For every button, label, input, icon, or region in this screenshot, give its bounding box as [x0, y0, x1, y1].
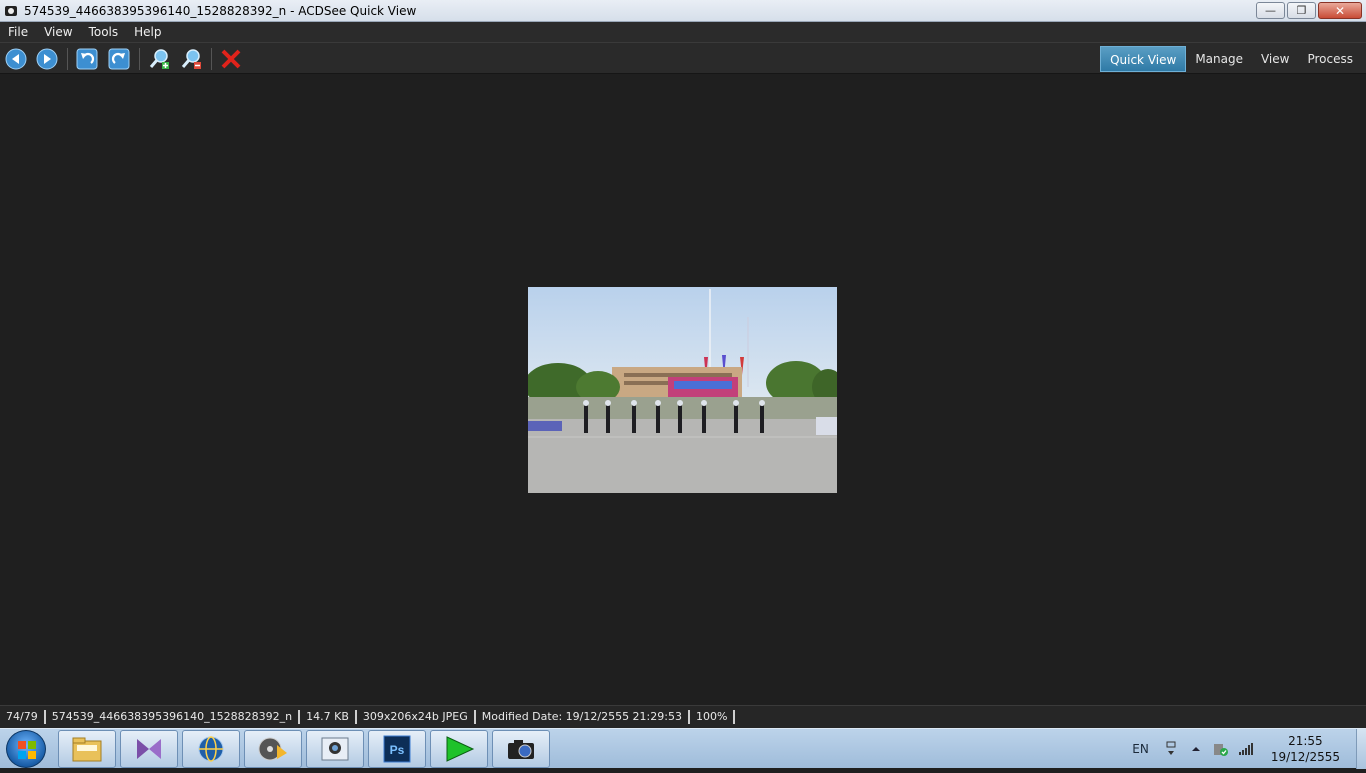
taskbar: Ps EN 21:55 19/12/2555: [0, 728, 1366, 769]
window-controls: — ❐ ✕: [1256, 2, 1362, 19]
play-arrow-icon: [446, 736, 475, 762]
photoshop-label: Ps: [390, 743, 405, 757]
taskbar-browser[interactable]: [182, 730, 240, 768]
modified-date: Modified Date: 19/12/2555 21:29:53: [476, 710, 690, 724]
camera-icon: [508, 740, 534, 759]
toolbar-separator: [139, 48, 140, 70]
taskbar-visual-studio[interactable]: [120, 730, 178, 768]
image-dimensions: 309x206x24b JPEG: [357, 710, 476, 724]
photo-viewer-icon: [321, 737, 349, 761]
zoom-out-icon: [181, 49, 201, 69]
photoshop-icon: Ps: [383, 735, 411, 763]
next-button[interactable]: [34, 46, 60, 72]
menu-view[interactable]: View: [36, 22, 80, 42]
taskbar-photo-viewer[interactable]: [306, 730, 364, 768]
previous-button[interactable]: [3, 46, 29, 72]
photo-image: [528, 287, 837, 493]
file-name: 574539_446638395396140_1528828392_n: [46, 710, 301, 724]
show-desktop-button[interactable]: [1356, 729, 1366, 769]
rotate-left-icon: [76, 48, 98, 70]
restore-button[interactable]: ❐: [1287, 2, 1316, 19]
clock[interactable]: 21:55 19/12/2555: [1271, 733, 1340, 765]
toolbar-separator: [67, 48, 68, 70]
media-player-icon: [258, 737, 287, 761]
delete-icon: [221, 49, 241, 69]
window-title: 574539_446638395396140_1528828392_n - AC…: [24, 3, 417, 18]
system-tray: EN 21:55 19/12/2555: [1132, 729, 1366, 769]
security-shield-icon[interactable]: [1213, 741, 1229, 757]
file-explorer-icon: [72, 737, 102, 762]
minimize-icon: —: [1265, 4, 1276, 17]
network-signal-icon[interactable]: [1238, 741, 1254, 757]
rotate-left-button[interactable]: [74, 46, 100, 72]
tab-quick-view[interactable]: Quick View: [1100, 46, 1187, 72]
browser-globe-icon: [198, 736, 224, 762]
menu-bar: File View Tools Help: [0, 22, 1366, 42]
zoom-in-icon: [149, 49, 169, 69]
menu-tools[interactable]: Tools: [81, 22, 127, 42]
minimize-button[interactable]: —: [1256, 2, 1285, 19]
displayed-photo: [528, 287, 837, 493]
close-icon: ✕: [1334, 3, 1346, 18]
rotate-right-button[interactable]: [106, 46, 132, 72]
taskbar-media-player[interactable]: [244, 730, 302, 768]
tab-view[interactable]: View: [1252, 46, 1298, 72]
image-viewer[interactable]: [0, 75, 1366, 705]
start-button[interactable]: [6, 730, 46, 768]
close-button[interactable]: ✕: [1318, 2, 1362, 19]
delete-button[interactable]: [218, 46, 244, 72]
zoom-level: 100%: [690, 710, 736, 724]
taskbar-camera-app[interactable]: [492, 730, 550, 768]
restore-icon: ❐: [1296, 4, 1307, 17]
toolbar-separator: [211, 48, 212, 70]
show-hidden-icons-icon[interactable]: [1188, 741, 1204, 757]
status-bar: 74/79 574539_446638395396140_1528828392_…: [0, 705, 1366, 728]
toolbar: Quick View Manage View Process: [0, 42, 1366, 74]
image-position: 74/79: [0, 710, 46, 724]
rotate-right-icon: [108, 48, 130, 70]
taskbar-photoshop[interactable]: Ps: [368, 730, 426, 768]
menu-file[interactable]: File: [0, 22, 36, 42]
mode-tabs: Quick View Manage View Process: [1100, 46, 1362, 72]
title-bar: 574539_446638395396140_1528828392_n - AC…: [0, 0, 1366, 22]
next-icon: [36, 48, 58, 70]
clock-date: 19/12/2555: [1270, 750, 1340, 764]
language-bar-icon[interactable]: [1163, 741, 1179, 757]
clock-time: 21:55: [1288, 734, 1323, 748]
zoom-out-button[interactable]: [178, 46, 204, 72]
previous-icon: [5, 48, 27, 70]
tab-process[interactable]: Process: [1298, 46, 1362, 72]
language-indicator[interactable]: EN: [1132, 742, 1149, 756]
acdsee-app-icon: [5, 5, 17, 16]
menu-help[interactable]: Help: [126, 22, 169, 42]
taskbar-play-app[interactable]: [430, 730, 488, 768]
tab-manage[interactable]: Manage: [1186, 46, 1252, 72]
file-size: 14.7 KB: [300, 710, 357, 724]
zoom-in-button[interactable]: [146, 46, 172, 72]
taskbar-file-explorer[interactable]: [58, 730, 116, 768]
visual-studio-icon: [137, 739, 161, 759]
windows-logo-icon: [18, 741, 36, 759]
